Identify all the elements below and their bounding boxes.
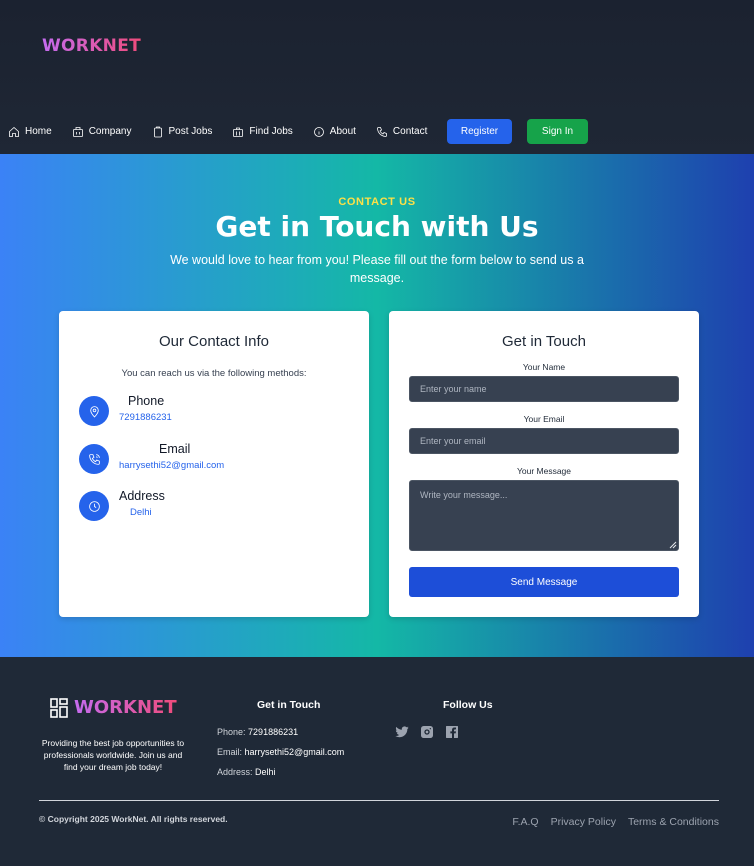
contact-item-email: Email harrysethi52@gmail.com <box>79 442 349 476</box>
briefcase-icon <box>233 127 244 137</box>
site-header: WORKNET Home Company Post Jobs Find Jobs… <box>0 0 754 154</box>
name-label: Your Name <box>522 362 566 372</box>
facebook-icon[interactable] <box>444 724 460 740</box>
terms-link[interactable]: Terms & Conditions <box>628 816 719 828</box>
contact-hero: CONTACT US Get in Touch with Us We would… <box>0 154 754 657</box>
phone-call-icon <box>79 444 109 474</box>
contact-info-note: You can reach us via the following metho… <box>121 368 307 379</box>
copyright-text: © Copyright 2025 WorkNet. All rights res… <box>39 814 228 824</box>
resize-handle-icon[interactable] <box>669 541 677 549</box>
nav-item-label: Find Jobs <box>249 126 293 137</box>
email-label: Your Email <box>523 414 565 424</box>
faq-link[interactable]: F.A.Q <box>512 816 538 828</box>
nav-item-label: Home <box>25 126 52 137</box>
nav-item-post-jobs[interactable]: Post Jobs <box>152 126 213 138</box>
contact-form-card: Get in Touch Your Name Your Email Your M… <box>389 311 699 617</box>
footer-email-value[interactable]: harrysethi52@gmail.com <box>245 747 345 757</box>
footer-links: F.A.Q Privacy Policy Terms & Conditions <box>512 816 719 828</box>
footer-email-label: Email: <box>217 747 243 757</box>
contact-item-value[interactable]: 7291886231 <box>119 412 172 423</box>
clipboard-icon <box>153 126 162 137</box>
footer-touch-heading: Get in Touch <box>257 699 321 711</box>
send-message-button[interactable]: Send Message <box>409 567 679 597</box>
nav-item-label: About <box>329 126 356 137</box>
footer-about: Providing the best job opportunities to … <box>41 738 185 772</box>
form-title: Get in Touch <box>502 333 586 350</box>
nav-item-contact[interactable]: Contact <box>376 126 427 138</box>
contact-item-phone: Phone 7291886231 <box>79 394 349 428</box>
footer-brand[interactable]: WORKNET <box>50 697 177 718</box>
clock-icon <box>79 491 109 521</box>
twitter-icon[interactable] <box>394 724 410 740</box>
sign-in-button[interactable]: Sign In <box>527 119 588 144</box>
footer-phone-value[interactable]: 7291886231 <box>248 727 298 737</box>
phone-icon <box>377 126 387 137</box>
contact-info-title: Our Contact Info <box>158 333 270 350</box>
info-icon <box>313 126 324 137</box>
nav-item-about[interactable]: About <box>313 126 356 138</box>
contact-info-card: Our Contact Info You can reach us via th… <box>59 311 369 617</box>
page-title: Get in Touch with Us <box>215 210 539 243</box>
main-nav: Home Company Post Jobs Find Jobs About C… <box>8 119 447 144</box>
instagram-icon[interactable] <box>419 724 435 740</box>
contact-item-label: Email <box>159 442 191 456</box>
nav-item-label: Company <box>88 126 132 137</box>
footer-address-label: Address: <box>217 767 253 777</box>
brand-logo[interactable]: WORKNET <box>42 36 141 56</box>
footer-phone-label: Phone: <box>217 727 246 737</box>
footer-brand-text: WORKNET <box>74 697 177 718</box>
nav-item-company[interactable]: Company <box>72 126 132 138</box>
section-eyebrow: CONTACT US <box>338 196 416 208</box>
dashboard-grid-icon <box>50 697 68 718</box>
footer-phone: Phone: 7291886231 <box>217 727 298 737</box>
footer-address-value: Delhi <box>255 767 276 777</box>
nav-item-find-jobs[interactable]: Find Jobs <box>232 126 293 138</box>
site-footer: WORKNET Providing the best job opportuni… <box>0 657 754 866</box>
nav-item-home[interactable]: Home <box>8 126 52 138</box>
nav-item-label: Contact <box>392 126 428 137</box>
nav-item-label: Post Jobs <box>168 126 213 137</box>
social-links <box>394 724 460 740</box>
footer-divider <box>39 800 719 801</box>
building-icon <box>72 126 83 137</box>
footer-follow-heading: Follow Us <box>443 699 493 711</box>
home-icon <box>9 126 19 137</box>
footer-email: Email: harrysethi52@gmail.com <box>217 747 344 757</box>
footer-address: Address: Delhi <box>217 767 276 777</box>
page-subtitle: We would love to hear from you! Please f… <box>170 253 584 285</box>
contact-item-value: Delhi <box>130 507 152 518</box>
contact-item-value[interactable]: harrysethi52@gmail.com <box>119 460 224 471</box>
contact-item-label: Address <box>119 489 165 503</box>
privacy-policy-link[interactable]: Privacy Policy <box>551 816 616 828</box>
name-field[interactable] <box>409 376 679 402</box>
contact-item-address: Address Delhi <box>79 489 349 523</box>
location-pin-icon <box>79 396 109 426</box>
register-button[interactable]: Register <box>447 119 512 144</box>
message-label: Your Message <box>516 466 572 476</box>
email-field[interactable] <box>409 428 679 454</box>
message-field[interactable] <box>409 480 679 551</box>
contact-item-label: Phone <box>128 394 165 408</box>
